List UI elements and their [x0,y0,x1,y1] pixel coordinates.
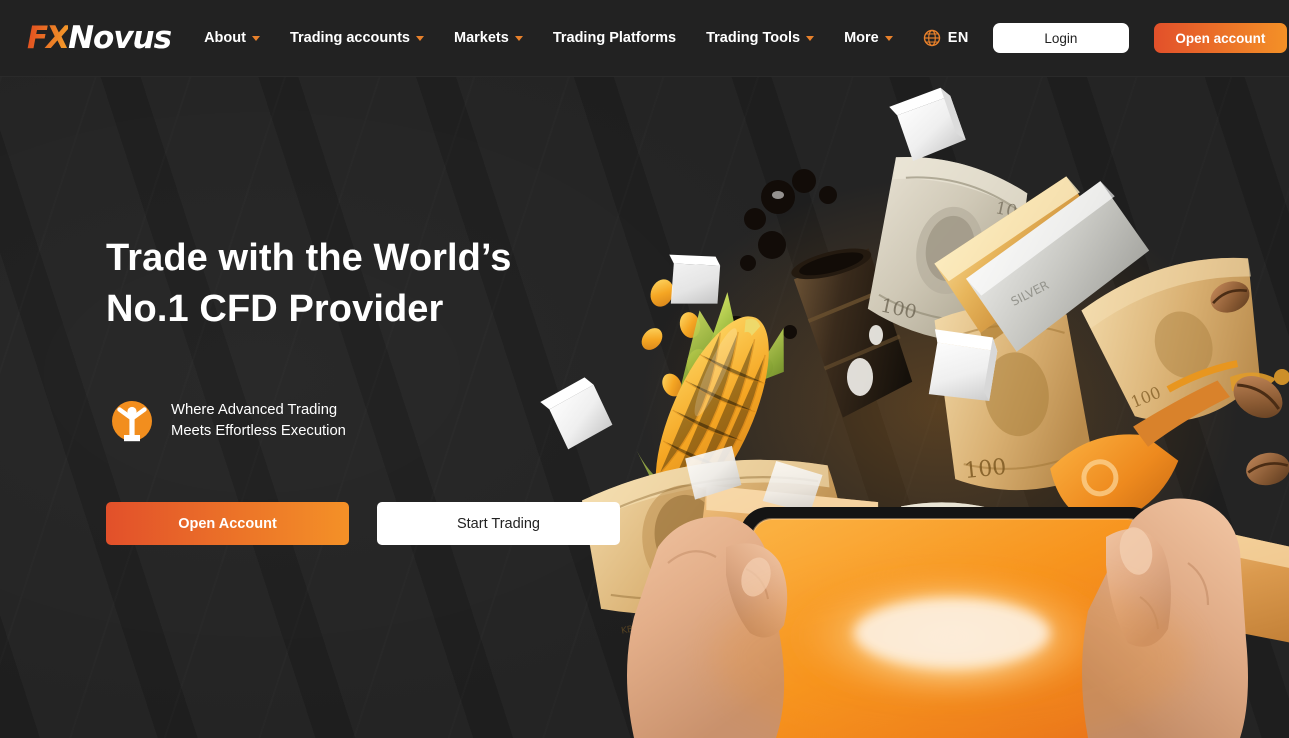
dollar-bill-right: 100 [1081,257,1260,422]
sugar-cube-2 [928,329,998,402]
svg-text:FINE GOLD: FINE GOLD [977,240,1045,291]
sugar-cube-6 [762,460,823,514]
svg-text:10: 10 [983,657,1019,690]
oil-splash [709,169,837,386]
nav-item-about-label: About [204,30,246,46]
chevron-down-icon [416,35,424,41]
nav-item-markets-label: Markets [454,30,509,46]
svg-text:100: 100 [963,455,1007,484]
hero-tagline-line-1: Where Advanced Trading [171,402,338,419]
oil-pour [1230,369,1289,404]
sugar-cube-4 [669,254,721,304]
header-open-account-button[interactable]: Open account [1153,23,1287,53]
nav-item-about[interactable]: About [204,30,260,46]
coffee-beans [1210,281,1289,486]
hero-title-line-2: No.1 CFD Provider [106,287,444,330]
brand-logo[interactable]: FXNovus [27,20,172,56]
logo-fx-text: FX [27,20,70,56]
gold-bar-upper: FINE GOLD [934,176,1113,347]
hero-section: 100 100 100 100 100 KB 12434001 A 10 HA … [0,77,1289,738]
hero-copy: Trade with the World’s No.1 CFD Provider… [106,233,666,546]
chevron-down-icon [806,35,815,41]
nav-item-trading-accounts[interactable]: Trading accounts [290,30,424,46]
dollar-bill-upper: 100 100 [867,156,1029,343]
site-header: FXNovus About Trading accounts Markets T… [0,0,1289,77]
oil-barrel [791,248,913,418]
sugar-cube-5 [685,445,742,500]
primary-navigation: About Trading accounts Markets Trading P… [204,30,923,46]
hero-cta-group: Open Account Start Trading [106,502,666,546]
nav-item-more[interactable]: More [844,30,893,46]
svg-text:SILVER: SILVER [1009,278,1052,309]
hero-open-account-button[interactable]: Open Account [106,502,349,546]
nav-item-markets[interactable]: Markets [454,30,523,46]
landing-page: FXNovus About Trading accounts Markets T… [0,0,1289,738]
liquid-drops [847,325,883,396]
nav-item-more-label: More [844,30,879,46]
nav-item-trading-platforms-label: Trading Platforms [552,30,677,46]
oil-can [1050,360,1239,541]
chevron-down-icon [514,35,523,41]
header-actions: EN Login Open account [923,23,1287,53]
hero-tagline-line-2: Meets Effortless Execution [171,423,346,440]
silver-bar: SILVER [966,181,1150,352]
svg-text:9999: 9999 [1193,569,1224,592]
svg-text:FINE GOLD: FINE GOLD [740,531,807,561]
svg-text:HA 207: HA 207 [911,535,945,548]
language-label: EN [947,30,969,46]
svg-text:999.9: 999.9 [741,555,772,573]
logo-novus-text: Novus [68,20,172,56]
hero-start-trading-button[interactable]: Start Trading [377,502,620,546]
hero-title-line-1: Trade with the World’s [106,237,512,279]
svg-text:KB 12434001 A: KB 12434001 A [620,614,691,636]
login-button[interactable]: Login [992,23,1129,53]
right-hand [1082,498,1248,738]
smartphone [740,507,1160,738]
svg-text:100: 100 [879,295,919,324]
nav-item-trading-accounts-label: Trading accounts [289,30,410,46]
globe-icon [923,29,940,47]
sugar-cube-1 [889,87,966,162]
achievement-podium-icon [112,401,152,442]
language-selector[interactable]: EN [923,29,969,47]
chevron-down-icon [251,35,260,41]
hero-tagline-text: Where Advanced Trading Meets Effortless … [171,400,346,442]
chevron-down-icon [884,35,893,41]
nav-item-trading-tools-label: Trading Tools [706,30,801,46]
nav-item-trading-tools[interactable]: Trading Tools [706,30,815,46]
svg-text:100: 100 [1128,383,1163,412]
gold-bar-right: 9999 [1155,522,1289,647]
dollar-bill-center: 100 [934,305,1096,491]
hero-tagline: Where Advanced Trading Meets Effortless … [106,395,666,447]
phone-screen-glow [782,563,1122,711]
svg-text:100: 100 [778,544,836,586]
dollar-bill-foreground: 10 HA 207 [889,502,1046,701]
left-hand [627,516,788,738]
hero-title: Trade with the World’s No.1 CFD Provider [106,233,666,334]
gold-bar-center-left: FINE GOLD 999.9 [686,485,879,636]
svg-text:100: 100 [993,198,1029,224]
nav-item-trading-platforms[interactable]: Trading Platforms [553,30,676,46]
